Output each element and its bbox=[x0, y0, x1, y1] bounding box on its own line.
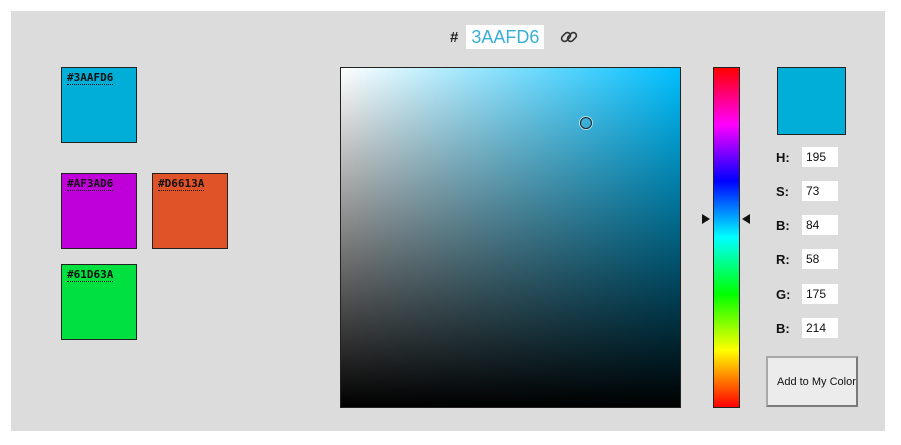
swatch-61d63a[interactable]: #61D63A bbox=[61, 264, 137, 340]
field-label: G: bbox=[776, 286, 791, 302]
hue-slider-right-arrow-icon[interactable] bbox=[742, 214, 750, 224]
field-label: H: bbox=[776, 149, 790, 165]
saturation-field: S: bbox=[776, 181, 838, 201]
green-field: G: bbox=[776, 284, 838, 304]
field-label: S: bbox=[776, 183, 789, 199]
saturation-brightness-field[interactable] bbox=[340, 67, 681, 408]
red-input[interactable] bbox=[802, 249, 838, 269]
field-label: B: bbox=[776, 320, 790, 336]
swatch-label: #AF3AD6 bbox=[67, 177, 114, 191]
add-to-my-colors-button[interactable]: Add to My Colors bbox=[766, 356, 858, 407]
swatch-d6613a[interactable]: #D6613A bbox=[152, 173, 228, 249]
sv-handle[interactable] bbox=[580, 117, 592, 129]
link-icon[interactable] bbox=[558, 26, 580, 48]
blue-field: B: bbox=[776, 318, 838, 338]
color-preview bbox=[777, 67, 846, 135]
swatch-af3ad6[interactable]: #AF3AD6 bbox=[61, 173, 137, 249]
brightness-input[interactable] bbox=[802, 215, 838, 235]
field-label: B: bbox=[776, 217, 790, 233]
swatch-label: #D6613A bbox=[158, 177, 205, 191]
field-label: R: bbox=[776, 251, 790, 267]
brightness-field: B: bbox=[776, 215, 838, 235]
swatch-3aafd6[interactable]: #3AAFD6 bbox=[61, 67, 137, 143]
hash-label: # bbox=[450, 28, 459, 46]
hue-input[interactable] bbox=[802, 147, 838, 167]
red-field: R: bbox=[776, 249, 838, 269]
saturation-input[interactable] bbox=[802, 181, 838, 201]
swatch-label: #3AAFD6 bbox=[67, 71, 114, 85]
hue-slider-left-arrow-icon[interactable] bbox=[702, 214, 710, 224]
hex-input[interactable] bbox=[466, 25, 545, 49]
hue-slider[interactable] bbox=[713, 67, 740, 408]
hex-row: # bbox=[450, 24, 580, 50]
hue-field: H: bbox=[776, 147, 838, 167]
swatch-label: #61D63A bbox=[67, 268, 114, 282]
green-input[interactable] bbox=[802, 284, 838, 304]
blue-input[interactable] bbox=[802, 318, 838, 338]
